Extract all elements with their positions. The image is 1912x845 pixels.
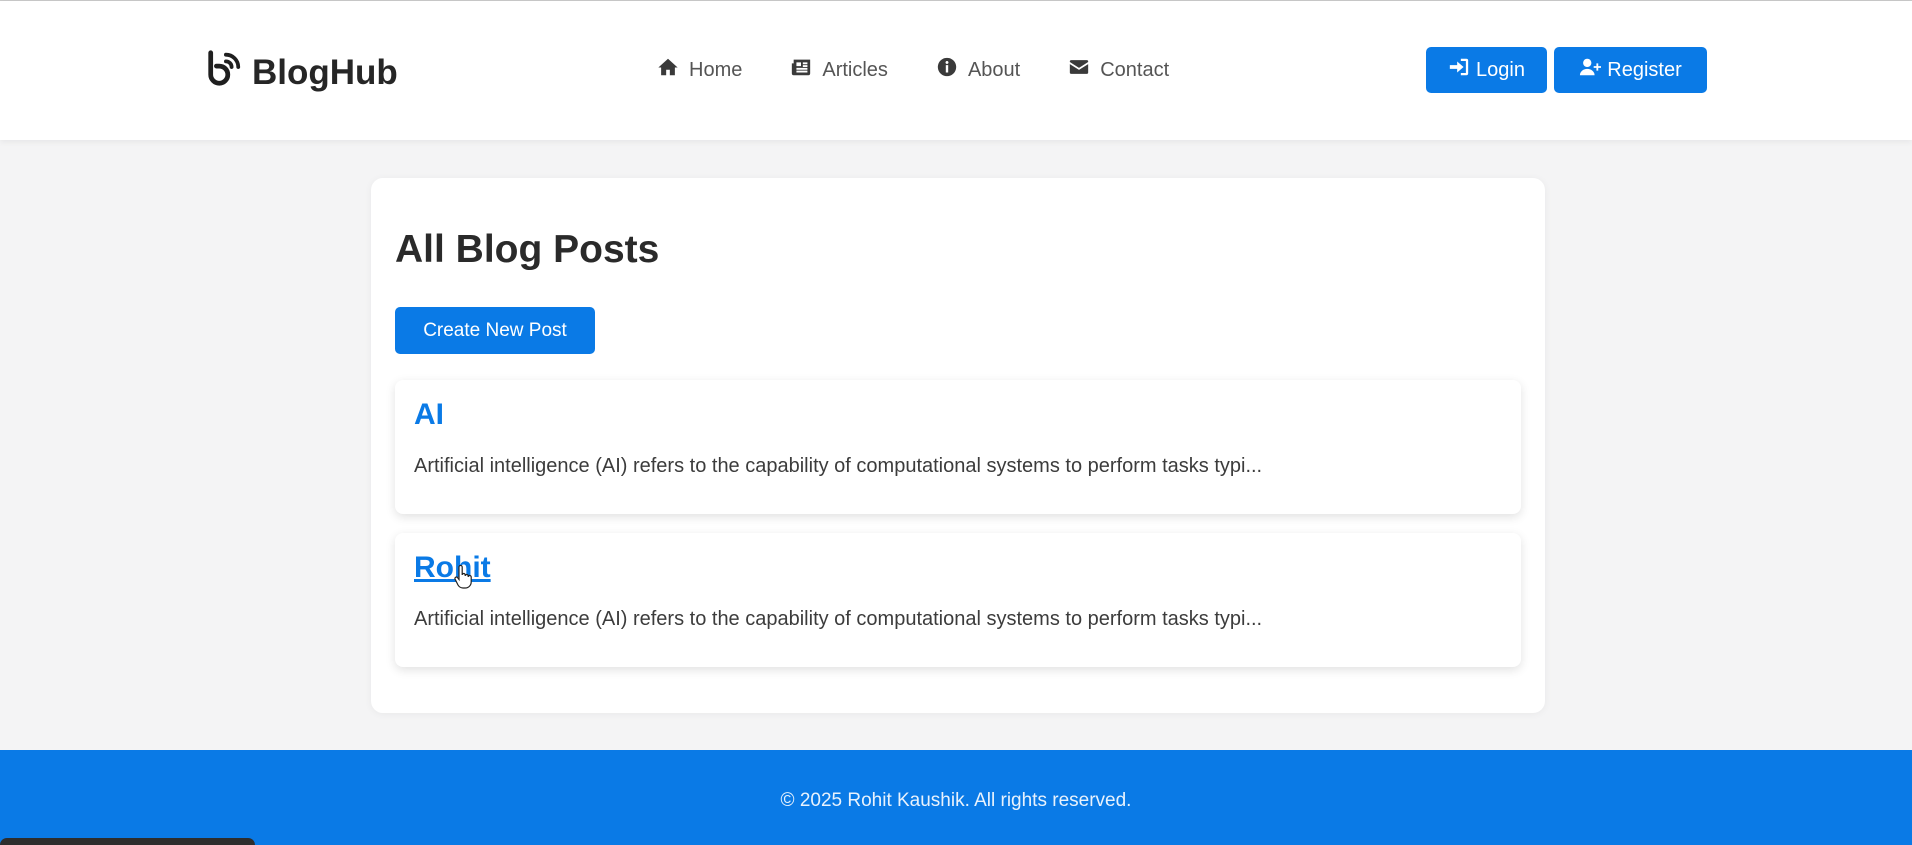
page-title: All Blog Posts: [395, 228, 660, 271]
register-button[interactable]: Register: [1554, 47, 1707, 93]
hand-cursor-icon: [454, 564, 472, 589]
info-icon: [936, 56, 958, 84]
taskbar-edge: [0, 838, 255, 845]
footer-copyright: © 2025 Rohit Kaushik. All rights reserve…: [780, 790, 1132, 811]
blog-icon: [205, 49, 243, 96]
brand-name: BlogHub: [252, 52, 398, 92]
envelope-icon: [1068, 56, 1090, 84]
post-title-link[interactable]: AI: [414, 398, 444, 432]
nav-item-label: Contact: [1100, 58, 1170, 81]
post-item: Rohit Artificial intelligence (AI) refer…: [395, 533, 1521, 667]
nav-item-articles[interactable]: Articles: [790, 56, 888, 84]
posts-card: All Blog Posts Create New Post AI Artifi…: [371, 178, 1545, 713]
post-title-link[interactable]: Rohit: [414, 551, 491, 585]
site-header: BlogHub Home Articles About Contact Logi…: [0, 1, 1912, 140]
register-label: Register: [1607, 58, 1682, 81]
nav-item-label: Home: [689, 58, 743, 81]
post-excerpt: Artificial intelligence (AI) refers to t…: [414, 455, 1263, 477]
create-post-button[interactable]: Create New Post: [395, 307, 595, 354]
home-icon: [657, 56, 679, 84]
site-footer: © 2025 Rohit Kaushik. All rights reserve…: [0, 750, 1912, 845]
brand-logo[interactable]: BlogHub: [205, 49, 398, 96]
auth-buttons: Login Register: [1426, 47, 1707, 93]
login-label: Login: [1476, 58, 1525, 81]
nav-item-label: About: [967, 58, 1021, 81]
nav-item-home[interactable]: Home: [657, 56, 742, 84]
sign-in-icon: [1448, 56, 1470, 84]
nav-item-contact[interactable]: Contact: [1068, 56, 1169, 84]
login-button[interactable]: Login: [1426, 47, 1547, 93]
nav-item-about[interactable]: About: [936, 56, 1020, 84]
main-nav: Home Articles About Contact: [657, 56, 1169, 84]
post-excerpt: Artificial intelligence (AI) refers to t…: [414, 608, 1263, 630]
newspaper-icon: [790, 56, 812, 84]
user-plus-icon: [1579, 56, 1602, 84]
nav-item-label: Articles: [822, 58, 888, 81]
post-item: AI Artificial intelligence (AI) refers t…: [395, 380, 1521, 514]
